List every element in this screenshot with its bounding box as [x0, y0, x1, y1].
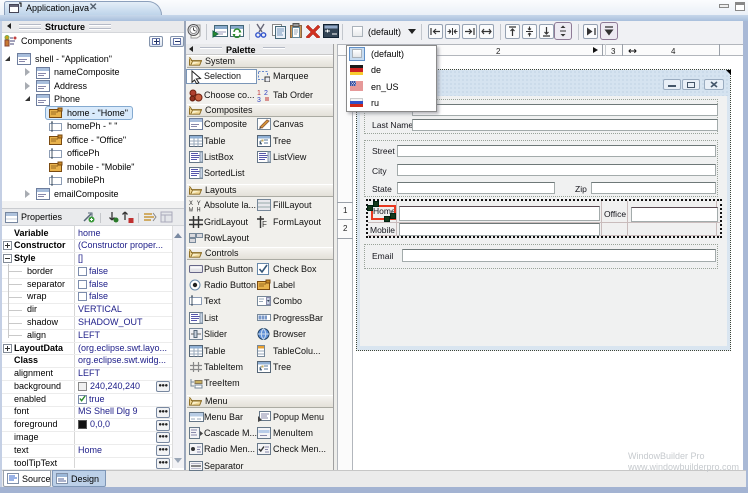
svg-text:W H: W H: [189, 207, 201, 213]
svg-text:F: F: [262, 220, 267, 228]
svg-text:2: 2: [264, 90, 268, 97]
svg-text:1: 1: [257, 90, 261, 97]
svg-text:3: 3: [257, 97, 261, 102]
